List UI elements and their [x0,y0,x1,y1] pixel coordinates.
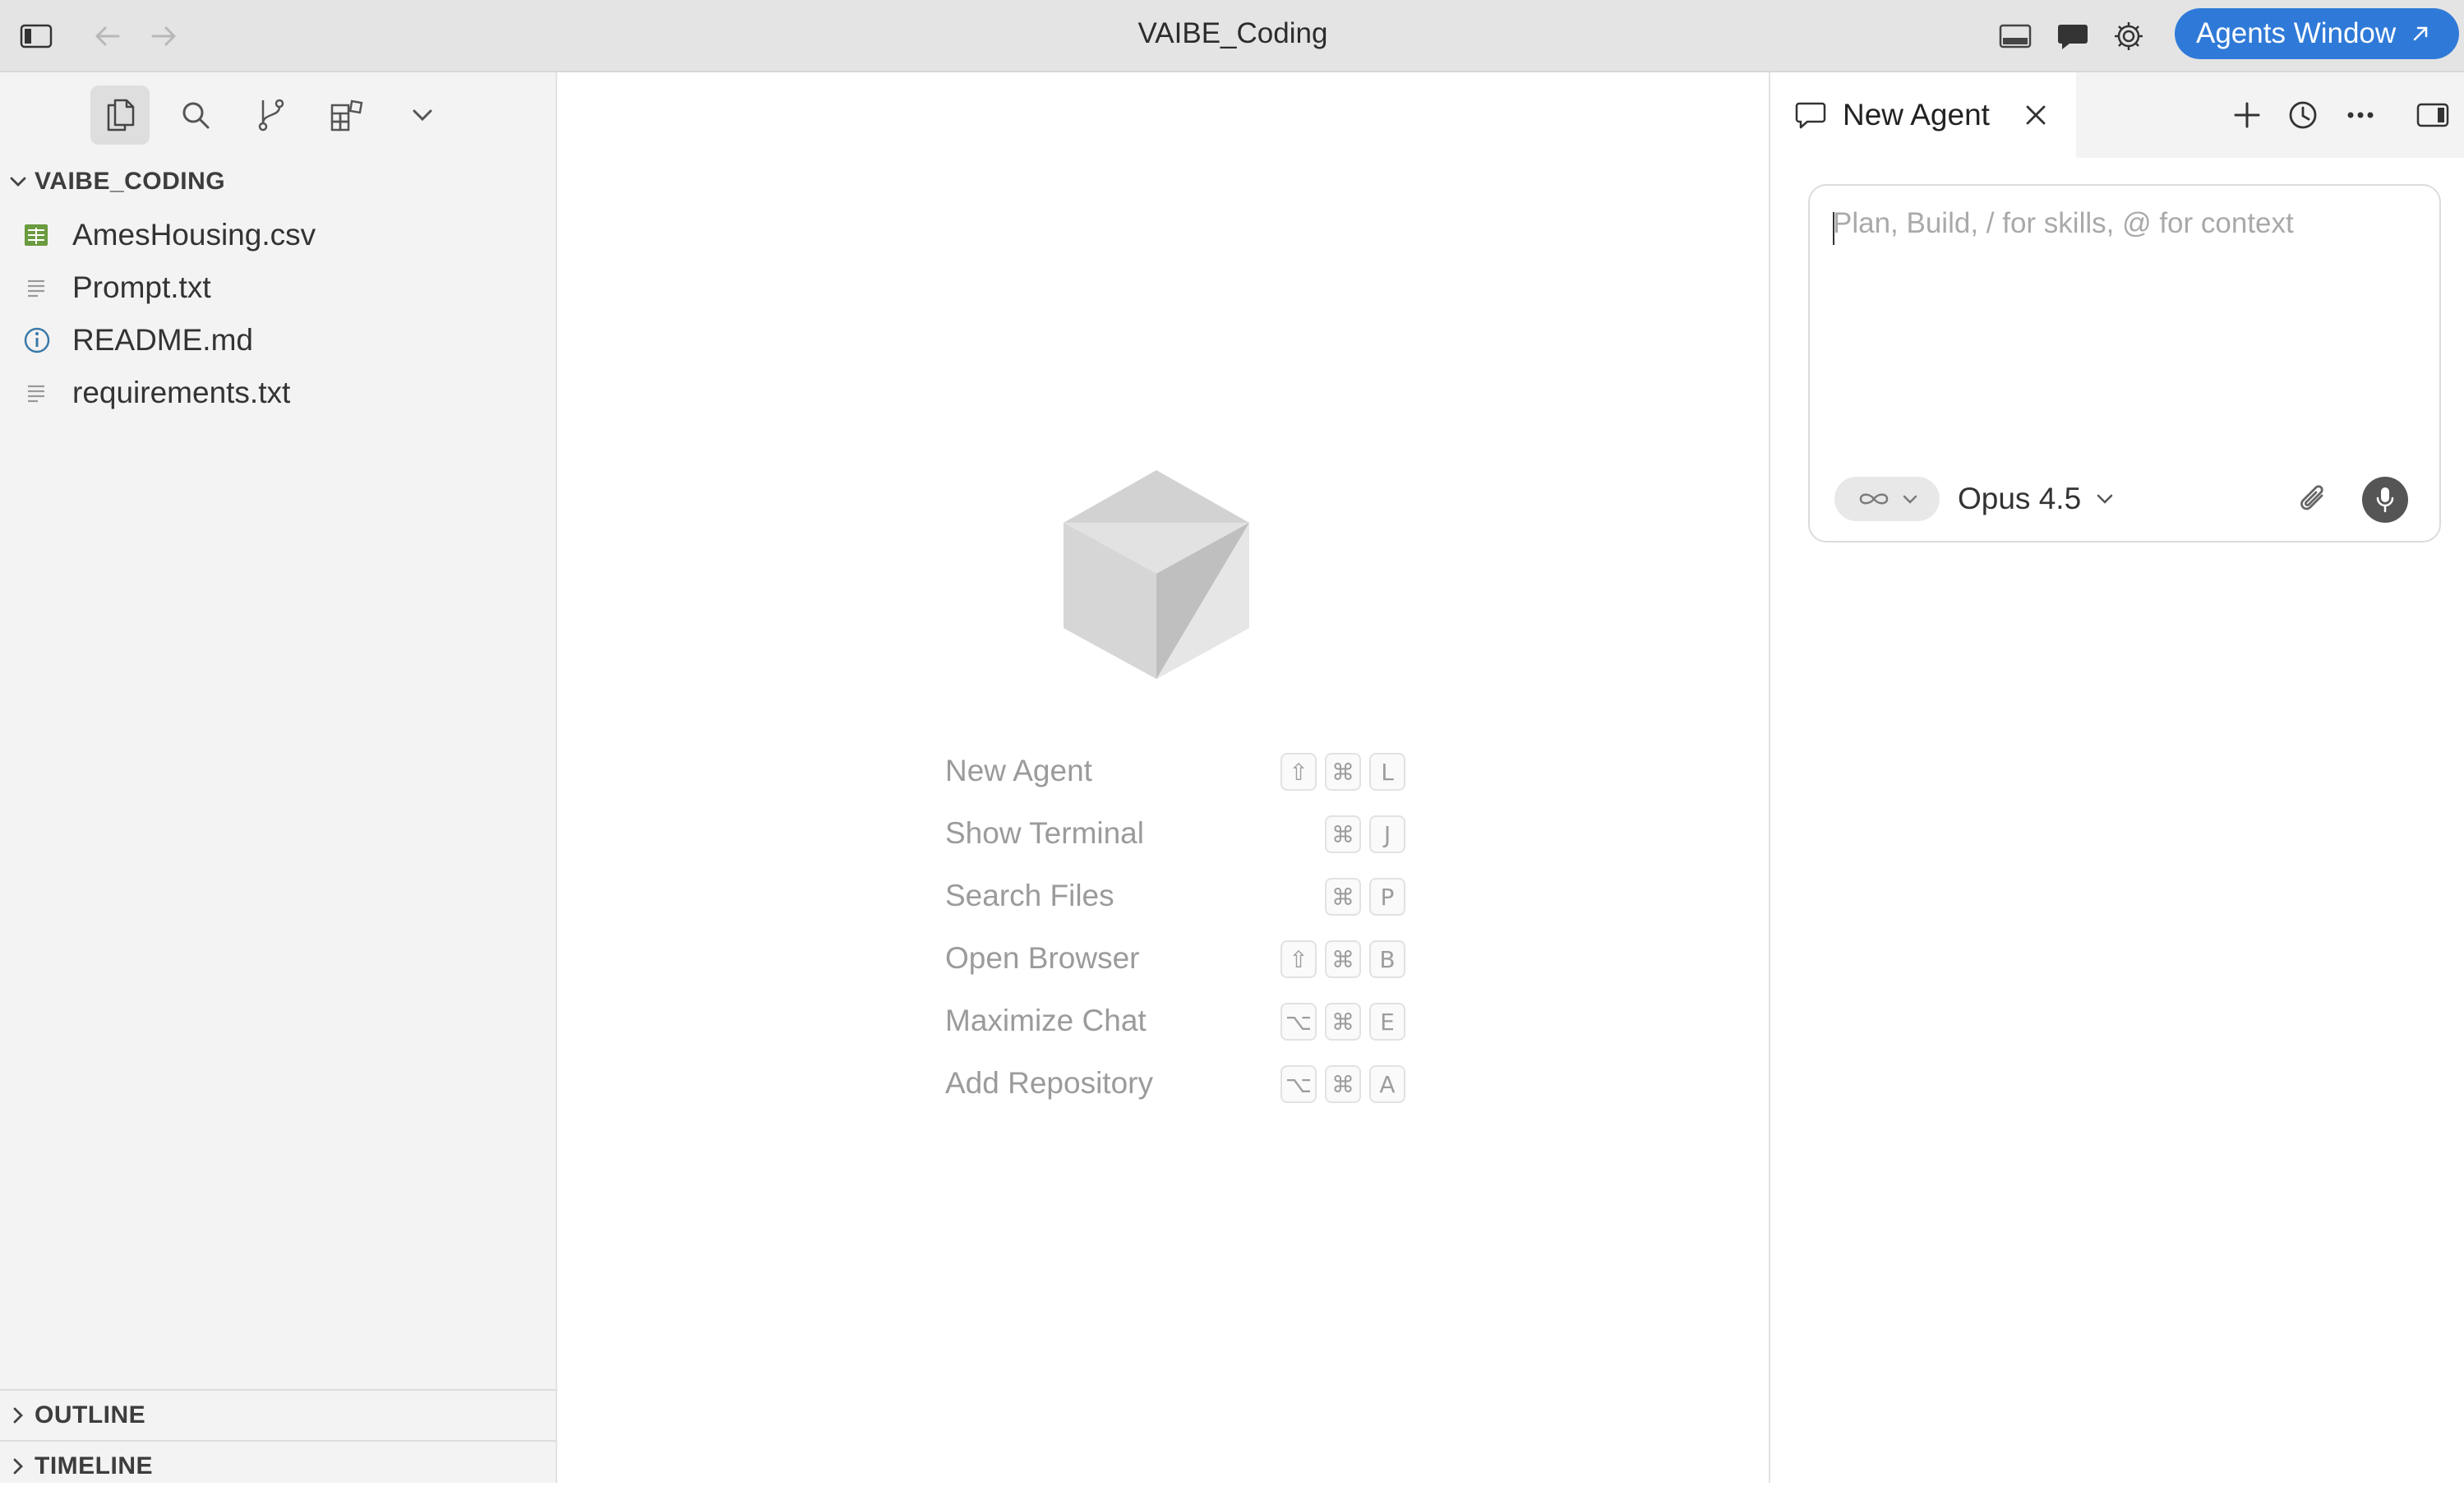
shortcut-new-agent[interactable]: New Agent ⇧ ⌘ L [945,746,1405,796]
panel-layout-icon[interactable] [1997,18,2033,54]
shortcut-label: New Agent [945,754,1092,787]
chat-composer: Opus 4.5 [1808,184,2441,542]
more-dots-icon[interactable] [2342,97,2379,133]
chevron-down-icon[interactable] [393,85,452,145]
close-icon[interactable] [2024,104,2047,127]
file-name: README.md [72,323,253,357]
agents-window-label: Agents Window [2196,17,2397,49]
chevron-down-icon [1902,494,1918,504]
external-arrow-icon [2411,24,2430,44]
chat-bubble-outline-icon [1795,100,1826,130]
cube-logo [1062,467,1251,681]
shortcut-label: Show Terminal [945,816,1144,850]
plus-icon[interactable] [2229,97,2265,133]
shortcut-label: Add Repository [945,1066,1153,1100]
shortcut-label: Search Files [945,879,1114,912]
shortcut-add-repository[interactable]: Add Repository ⌥ ⌘ A [945,1059,1405,1108]
key-cap: ⌘ [1325,753,1361,791]
key-cap: ⌥ [1280,1003,1317,1041]
forward-arrow-icon[interactable] [146,18,182,54]
key-cap: ⇧ [1280,753,1317,791]
file-name: requirements.txt [72,376,291,409]
shortcut-search-files[interactable]: Search Files ⌘ P [945,871,1405,921]
tab-label: New Agent [1843,98,1990,132]
key-cap: ⌘ [1325,815,1361,853]
section-title: TIMELINE [35,1452,153,1479]
file-name: AmesHousing.csv [72,218,316,252]
text-file-icon [23,381,66,405]
folder-vaibe-coding[interactable]: VAIBE_CODING [0,163,556,201]
tab-bar [2076,72,2464,158]
extensions-icon[interactable] [317,85,376,145]
chevron-down-icon [2,176,35,187]
files-icon[interactable] [90,85,150,145]
key-cap: L [1369,753,1405,791]
file-item-readme-md[interactable]: README.md [0,316,556,365]
key-cap: A [1369,1065,1405,1103]
text-file-icon [23,275,66,300]
shortcut-show-terminal[interactable]: Show Terminal ⌘ J [945,809,1405,858]
shortcut-label: Open Browser [945,941,1140,975]
csv-table-icon [23,223,66,247]
title-bar: VAIBE_Coding Agents Window [0,0,2464,72]
key-cap: ⌘ [1325,1065,1361,1103]
section-outline[interactable]: OUTLINE [0,1389,556,1440]
agents-window-button[interactable]: Agents Window [2175,8,2459,59]
tab-new-agent[interactable]: New Agent [1770,72,2076,158]
paperclip-icon[interactable] [2293,478,2334,519]
window-title: VAIBE_Coding [1137,17,1328,49]
model-label: Opus 4.5 [1958,482,2082,515]
info-icon [23,326,66,354]
shortcut-open-browser[interactable]: Open Browser ⇧ ⌘ B [945,934,1405,983]
editor-empty-state: New Agent ⇧ ⌘ L Show Terminal ⌘ J Search… [557,72,1769,1483]
right-panel-toggle-icon[interactable] [2415,97,2451,133]
key-cap: P [1369,878,1405,916]
model-selector[interactable]: Opus 4.5 [1958,477,2114,521]
history-clock-icon[interactable] [2285,97,2321,133]
file-item-prompt-txt[interactable]: Prompt.txt [0,263,556,312]
folder-name: VAIBE_CODING [35,168,226,195]
chevron-down-icon [2096,493,2114,505]
key-cap: E [1369,1003,1405,1041]
section-title: OUTLINE [35,1401,146,1429]
sidebar-toggle-icon[interactable] [18,18,54,54]
search-icon[interactable] [166,85,225,145]
key-cap: J [1369,815,1405,853]
chevron-right-icon [2,1406,35,1424]
microphone-icon[interactable] [2362,477,2408,523]
file-item-ameshousing-csv[interactable]: AmesHousing.csv [0,210,556,260]
explorer-sidebar: VAIBE_CODING AmesHousing.csv Prompt.txt … [0,72,557,1483]
section-timeline[interactable]: TIMELINE [0,1440,556,1491]
mode-selector[interactable] [1834,477,1940,521]
chevron-right-icon [2,1457,35,1475]
file-name: Prompt.txt [72,270,211,304]
back-arrow-icon[interactable] [89,18,125,54]
agent-panel: New Agent Opus 4.5 [1769,72,2464,1483]
file-item-requirements-txt[interactable]: requirements.txt [0,368,556,418]
shortcut-label: Maximize Chat [945,1004,1147,1037]
infinity-icon [1856,490,1892,508]
source-control-icon[interactable] [242,85,301,145]
key-cap: ⌥ [1280,1065,1317,1103]
text-caret [1833,212,1834,245]
chat-input[interactable] [1833,207,2408,404]
gear-icon[interactable] [2111,18,2147,54]
key-cap: ⇧ [1280,940,1317,978]
shortcut-maximize-chat[interactable]: Maximize Chat ⌥ ⌘ E [945,996,1405,1046]
key-cap: ⌘ [1325,1003,1361,1041]
chat-bubble-icon[interactable] [2055,18,2091,54]
key-cap: ⌘ [1325,940,1361,978]
key-cap: ⌘ [1325,878,1361,916]
key-cap: B [1369,940,1405,978]
